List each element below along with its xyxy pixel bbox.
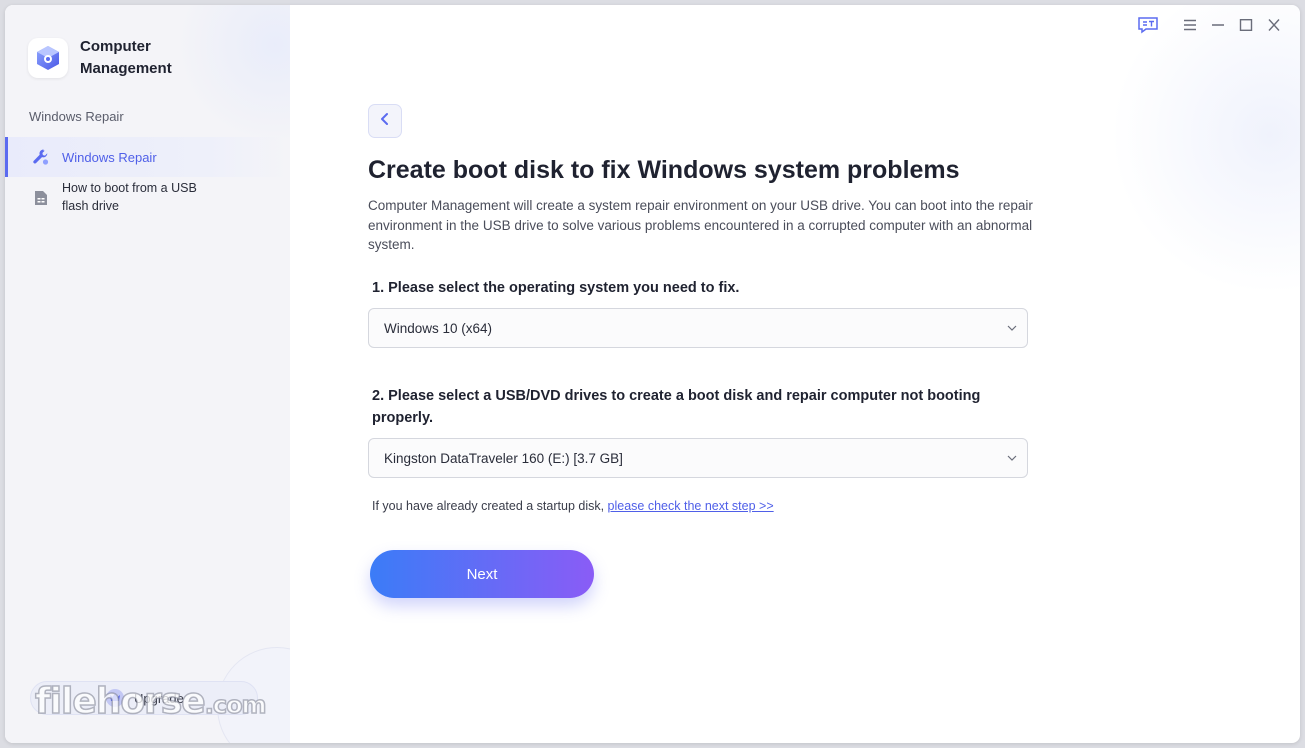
step2-label: 2. Please select a USB/DVD drives to cre… — [372, 388, 981, 426]
sidebar-item-label: How to boot from a USB flash drive — [62, 181, 197, 213]
document-icon — [32, 189, 50, 207]
upgrade-button[interactable]: Upgrade — [30, 681, 258, 715]
next-step-link[interactable]: please check the next step >> — [608, 499, 774, 513]
step1-label: 1. Please select the operating system yo… — [372, 280, 740, 296]
crown-icon — [106, 689, 124, 707]
main-decoration — [1110, 5, 1300, 295]
brand: Computer Management — [28, 36, 200, 80]
sidebar-item-boot-from-usb[interactable]: How to boot from a USB flash drive — [5, 179, 290, 215]
main-content: Create boot disk to fix Windows system p… — [290, 5, 1300, 743]
close-icon[interactable] — [1266, 15, 1282, 35]
app-window: Computer Management Windows Repair Windo… — [5, 5, 1300, 743]
os-select[interactable]: Windows 10 (x64) — [368, 308, 1028, 348]
sidebar-item-windows-repair[interactable]: Windows Repair — [5, 137, 290, 177]
app-logo-icon — [28, 38, 68, 78]
chevron-left-icon — [379, 112, 391, 131]
sidebar-item-label: Windows Repair — [62, 149, 157, 165]
window-controls — [1136, 15, 1282, 35]
os-select-value: Windows 10 (x64) — [384, 320, 493, 336]
menu-icon[interactable] — [1182, 15, 1198, 35]
chevron-down-icon — [997, 455, 1027, 461]
next-button[interactable]: Next — [370, 550, 594, 598]
back-button[interactable] — [368, 104, 402, 138]
startup-disk-hint: If you have already created a startup di… — [372, 499, 774, 513]
hint-text: If you have already created a startup di… — [372, 499, 608, 513]
minimize-icon[interactable] — [1210, 15, 1226, 35]
app-name: Computer Management — [80, 38, 172, 77]
wrench-icon — [32, 148, 50, 166]
page-description: Computer Management will create a system… — [368, 198, 1033, 252]
sidebar-section-label: Windows Repair — [29, 109, 124, 124]
feedback-icon[interactable] — [1136, 15, 1160, 35]
sidebar: Computer Management Windows Repair Windo… — [5, 5, 290, 743]
upgrade-label: Upgrade — [134, 690, 184, 706]
maximize-icon[interactable] — [1238, 15, 1254, 35]
chevron-down-icon — [997, 325, 1027, 331]
page-title: Create boot disk to fix Windows system p… — [368, 156, 960, 184]
drive-select-value: Kingston DataTraveler 160 (E:) [3.7 GB] — [384, 450, 623, 466]
drive-select[interactable]: Kingston DataTraveler 160 (E:) [3.7 GB] — [368, 438, 1028, 478]
